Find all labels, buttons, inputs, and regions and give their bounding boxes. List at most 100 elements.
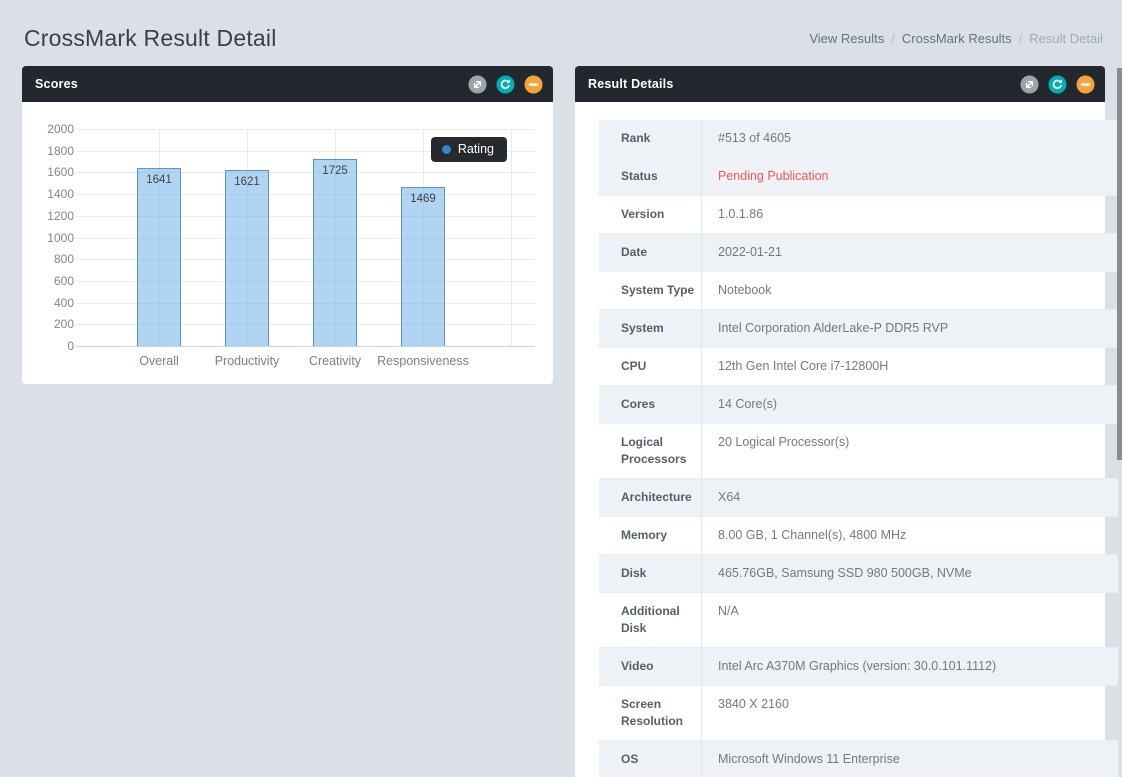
main-content: Scores [0, 60, 1122, 777]
row-label: Memory [599, 517, 702, 554]
row-value: 12th Gen Intel Core i7-12800H [702, 348, 1118, 385]
row-label: Logical Processors [599, 424, 702, 478]
y-tick-label: 600 [30, 273, 74, 289]
page-header: CrossMark Result Detail View Results / Cro… [0, 0, 1122, 60]
row-value: 14 Core(s) [702, 386, 1118, 423]
table-row: StatusPending Publication [599, 158, 1118, 196]
scores-bar-chart: 0200400600800100012001400160018002000 Ra… [22, 102, 553, 384]
row-label: Architecture [599, 479, 702, 516]
breadcrumb-separator: / [891, 31, 895, 46]
gridline [76, 129, 535, 130]
panel-title: Scores [35, 77, 78, 91]
panel-tools [468, 75, 543, 94]
row-value: Notebook [702, 272, 1118, 309]
collapse-button[interactable] [524, 75, 543, 94]
y-tick-label: 1600 [30, 164, 74, 180]
table-row: Cores14 Core(s) [599, 386, 1118, 424]
breadcrumb-item[interactable]: View Results [809, 31, 884, 46]
table-row: Version1.0.1.86 [599, 196, 1118, 234]
row-value: N/A [702, 593, 1118, 647]
row-value: Microsoft Windows 11 Enterprise [702, 741, 1118, 777]
row-label: Disk [599, 555, 702, 592]
expand-icon [468, 75, 487, 94]
bar-creativity: 1725 [313, 159, 357, 346]
bar-productivity: 1621 [225, 170, 269, 346]
row-label: Date [599, 234, 702, 271]
table-row: Screen Resolution3840 X 2160 [599, 686, 1118, 741]
legend-label: Rating [458, 142, 494, 156]
details-panel-header: Result Details [575, 66, 1105, 102]
breadcrumb-item[interactable]: CrossMark Results [902, 31, 1012, 46]
table-row: SystemIntel Corporation AlderLake-P DDR5… [599, 310, 1118, 348]
collapse-icon [524, 75, 543, 94]
table-row: ArchitectureX64 [599, 479, 1118, 517]
reload-button[interactable] [496, 75, 515, 94]
table-row: Memory8.00 GB, 1 Channel(s), 4800 MHz [599, 517, 1118, 555]
y-axis-ticks: 0200400600800100012001400160018002000 [30, 102, 74, 384]
reload-icon [496, 75, 515, 94]
bar-value-label: 1621 [226, 176, 268, 188]
row-value: #513 of 4605 [702, 120, 1118, 157]
page-scrollbar[interactable] [1117, 0, 1122, 777]
y-tick-label: 400 [30, 295, 74, 311]
table-row: OSMicrosoft Windows 11 Enterprise [599, 741, 1118, 777]
panel-title: Result Details [588, 77, 673, 91]
row-value: 3840 X 2160 [702, 686, 1118, 740]
row-value: Pending Publication [702, 158, 1118, 195]
collapse-icon [1076, 75, 1095, 94]
table-row: Logical Processors20 Logical Processor(s… [599, 424, 1118, 479]
bar-value-label: 1641 [138, 174, 180, 186]
expand-icon [1020, 75, 1039, 94]
row-value: Intel Arc A370M Graphics (version: 30.0.… [702, 648, 1118, 685]
row-label: Rank [599, 120, 702, 157]
chart-plot: Rating 1641Overall1621Productivity1725Cr… [76, 129, 535, 346]
bar-overall: 1641 [137, 168, 181, 346]
row-label: OS [599, 741, 702, 777]
details-table: Rank#513 of 4605StatusPending Publicatio… [599, 120, 1118, 777]
y-tick-label: 1400 [30, 186, 74, 202]
row-label: System [599, 310, 702, 347]
table-row: Disk465.76GB, Samsung SSD 980 500GB, NVM… [599, 555, 1118, 593]
gridline [511, 129, 512, 346]
legend-dot [442, 145, 451, 154]
row-label: Status [599, 158, 702, 195]
breadcrumb: View Results / CrossMark Results / Result De… [809, 31, 1103, 46]
panel-tools [1020, 75, 1095, 94]
breadcrumb-item: Result Detail [1029, 31, 1103, 46]
table-row: CPU12th Gen Intel Core i7-12800H [599, 348, 1118, 386]
bar-responsiveness: 1469 [401, 187, 445, 346]
table-row: System TypeNotebook [599, 272, 1118, 310]
row-value: Intel Corporation AlderLake-P DDR5 RVP [702, 310, 1118, 347]
row-value: 465.76GB, Samsung SSD 980 500GB, NVMe [702, 555, 1118, 592]
y-tick-label: 800 [30, 251, 74, 267]
y-tick-label: 200 [30, 316, 74, 332]
y-tick-label: 1800 [30, 143, 74, 159]
row-label: System Type [599, 272, 702, 309]
reload-button[interactable] [1048, 75, 1067, 94]
breadcrumb-separator: / [1019, 31, 1023, 46]
gridline [76, 346, 535, 347]
y-tick-label: 2000 [30, 121, 74, 137]
chart-legend: Rating [431, 137, 507, 162]
collapse-button[interactable] [1076, 75, 1095, 94]
bar-value-label: 1469 [402, 193, 444, 205]
row-label: Screen Resolution [599, 686, 702, 740]
expand-button[interactable] [468, 75, 487, 94]
scores-panel: Scores [22, 66, 553, 384]
row-value: 8.00 GB, 1 Channel(s), 4800 MHz [702, 517, 1118, 554]
row-label: Video [599, 648, 702, 685]
row-label: Cores [599, 386, 702, 423]
row-value: X64 [702, 479, 1118, 516]
page-title: CrossMark Result Detail [24, 25, 277, 52]
expand-button[interactable] [1020, 75, 1039, 94]
result-details-panel: Result Details [575, 66, 1105, 777]
row-value: 20 Logical Processor(s) [702, 424, 1118, 478]
y-tick-label: 1200 [30, 208, 74, 224]
table-row: Additional DiskN/A [599, 593, 1118, 648]
row-value: 1.0.1.86 [702, 196, 1118, 233]
scrollbar-thumb[interactable] [1117, 68, 1122, 460]
row-label: Version [599, 196, 702, 233]
x-axis-label: Responsiveness [358, 354, 488, 368]
y-tick-label: 0 [30, 338, 74, 354]
scores-panel-header: Scores [22, 66, 553, 102]
